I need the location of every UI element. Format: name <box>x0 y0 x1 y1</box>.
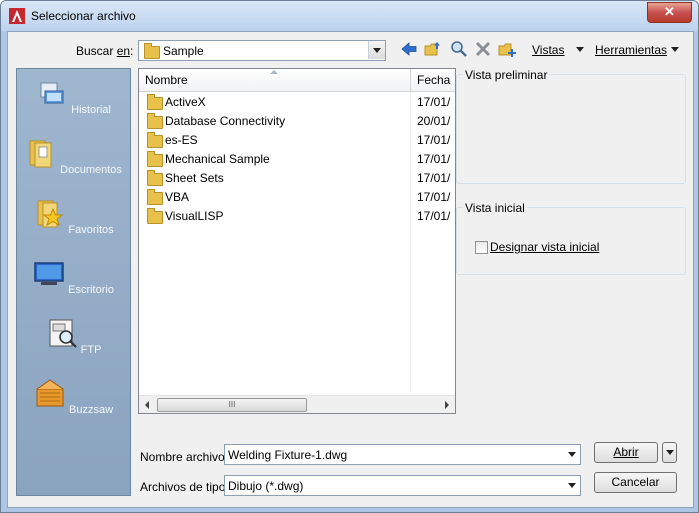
history-icon <box>40 82 64 104</box>
place-favorites[interactable]: Favoritos <box>17 197 130 236</box>
documents-icon <box>29 140 52 168</box>
file-list-header: Nombre Fecha de modificación <box>139 69 455 92</box>
item-date: 17/01/2 <box>417 190 451 204</box>
open-button-label: Abrir <box>613 445 639 459</box>
list-item[interactable]: Database Connectivity 20/01/2 <box>145 112 451 131</box>
item-name: VBA <box>165 190 190 204</box>
item-name: Database Connectivity <box>165 114 286 128</box>
autocad-app-icon <box>9 8 25 24</box>
item-date: 17/01/2 <box>417 133 451 147</box>
filename-input[interactable]: Welding Fixture-1.dwg <box>224 444 581 465</box>
folder-icon <box>144 43 160 59</box>
place-documents-label: Documentos <box>60 164 122 176</box>
place-history[interactable]: Historial <box>17 77 130 116</box>
item-name: es-ES <box>165 133 198 147</box>
initial-view-title: Vista inicial <box>463 201 527 215</box>
filetype-value: Dibujo (*.dwg) <box>228 479 304 493</box>
list-item[interactable]: VBA 17/01/2 <box>145 188 451 207</box>
horizontal-scrollbar[interactable]: III <box>139 395 455 413</box>
filename-label: Nombre archivo: <box>140 450 229 464</box>
cancel-button[interactable]: Cancelar <box>594 472 677 493</box>
list-item[interactable]: Mechanical Sample 17/01/2 <box>145 150 451 169</box>
place-buzzsaw-label: Buzzsaw <box>69 404 114 416</box>
file-list: Nombre Fecha de modificación ActiveX 17/… <box>138 68 456 414</box>
close-button[interactable]: ✕ <box>647 2 692 23</box>
look-in-value: Sample <box>163 44 204 58</box>
favorites-icon <box>37 200 64 228</box>
preview-group <box>456 74 686 184</box>
filetype-dropdown[interactable]: Dibujo (*.dwg) <box>224 475 581 496</box>
list-item[interactable]: es-ES 17/01/2 <box>145 131 451 150</box>
views-chevron-down-icon[interactable] <box>576 47 584 52</box>
list-item[interactable]: VisualLISP 17/01/2 <box>145 207 451 226</box>
column-header-name[interactable]: Nombre <box>145 73 188 87</box>
dialog-body: Buscar en: Sample Vistas Herramientas Hi… <box>7 31 694 508</box>
list-item[interactable]: Sheet Sets 17/01/2 <box>145 169 451 188</box>
views-menu[interactable]: Vistas <box>532 43 564 57</box>
close-icon: ✕ <box>664 4 675 19</box>
places-bar: Historial Documentos Favoritos Escritori… <box>16 68 131 496</box>
open-button[interactable]: Abrir <box>594 442 658 463</box>
folder-icon <box>147 189 163 205</box>
up-folder-icon[interactable] <box>424 40 442 58</box>
chevron-down-icon[interactable] <box>564 476 580 494</box>
item-name: Sheet Sets <box>165 171 224 185</box>
buzzsaw-icon <box>36 379 64 407</box>
tools-menu[interactable]: Herramientas <box>595 43 667 57</box>
item-date: 17/01/2 <box>417 171 451 185</box>
list-item[interactable]: ActiveX 17/01/2 <box>145 93 451 112</box>
place-ftp[interactable]: FTP <box>17 317 130 356</box>
open-options-button[interactable] <box>662 442 677 463</box>
place-desktop-label: Escritorio <box>68 284 114 296</box>
column-header-date[interactable]: Fecha de modificación <box>417 73 453 87</box>
back-arrow-icon[interactable] <box>400 40 418 58</box>
item-name: ActiveX <box>165 95 206 109</box>
item-date: 17/01/2 <box>417 152 451 166</box>
filetype-label: Archivos de tipo: <box>140 480 229 494</box>
place-ftp-label: FTP <box>80 344 102 356</box>
folder-icon <box>147 208 163 224</box>
select-file-dialog: Seleccionar archivo ✕ Buscar en: Sample <box>0 0 699 513</box>
place-desktop[interactable]: Escritorio <box>17 257 130 296</box>
item-name: Mechanical Sample <box>165 152 270 166</box>
folder-icon <box>147 113 163 129</box>
title-bar: Seleccionar archivo ✕ <box>1 1 698 31</box>
initial-view-checkbox-label[interactable]: Designar vista inicial <box>490 240 599 254</box>
scroll-left-icon[interactable] <box>145 401 149 409</box>
scroll-thumb[interactable]: III <box>157 398 307 412</box>
look-in-label: Buscar en: <box>76 44 134 58</box>
column-divider[interactable] <box>410 69 411 91</box>
tools-chevron-down-icon[interactable] <box>671 47 679 52</box>
filename-value: Welding Fixture-1.dwg <box>228 448 348 462</box>
place-buzzsaw[interactable]: Buzzsaw <box>17 377 130 416</box>
chevron-down-icon[interactable] <box>564 445 580 463</box>
item-name: VisualLISP <box>165 209 224 223</box>
folder-icon <box>147 170 163 186</box>
sort-ascending-icon <box>270 70 278 74</box>
chevron-down-icon[interactable] <box>368 41 385 59</box>
delete-icon[interactable] <box>474 40 492 58</box>
folder-icon <box>147 132 163 148</box>
folder-icon <box>147 94 163 110</box>
place-history-label: Historial <box>71 104 111 116</box>
scroll-right-icon[interactable] <box>445 401 449 409</box>
dialog-title: Seleccionar archivo <box>31 9 136 23</box>
folder-icon <box>147 151 163 167</box>
place-documents[interactable]: Documentos <box>17 137 130 176</box>
desktop-icon <box>34 262 64 285</box>
initial-view-checkbox[interactable] <box>475 241 488 254</box>
new-folder-icon[interactable] <box>498 40 516 58</box>
preview-title: Vista preliminar <box>463 68 550 82</box>
search-web-icon[interactable] <box>450 40 468 58</box>
item-date: 17/01/2 <box>417 209 451 223</box>
ftp-icon <box>49 319 77 348</box>
item-date: 20/01/2 <box>417 114 451 128</box>
place-favorites-label: Favoritos <box>68 224 114 236</box>
item-date: 17/01/2 <box>417 95 451 109</box>
look-in-dropdown[interactable]: Sample <box>138 40 386 61</box>
